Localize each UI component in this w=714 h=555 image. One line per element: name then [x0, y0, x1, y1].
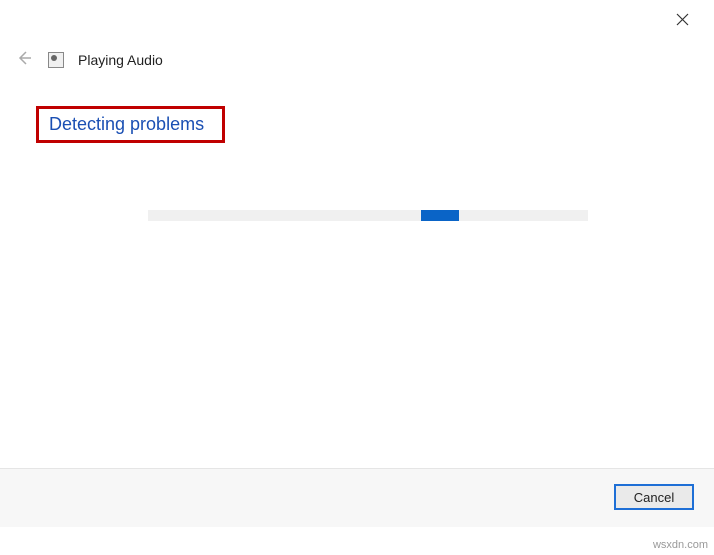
- cancel-button[interactable]: Cancel: [614, 484, 694, 510]
- close-icon: [676, 13, 689, 31]
- arrow-left-icon: [16, 50, 32, 71]
- close-button[interactable]: [672, 12, 692, 32]
- progress-indicator: [421, 210, 459, 221]
- header: Playing Audio: [14, 50, 163, 70]
- back-button[interactable]: [14, 50, 34, 70]
- troubleshooter-icon: [48, 52, 64, 68]
- watermark: wsxdn.com: [653, 539, 708, 551]
- status-text: Detecting problems: [49, 114, 204, 135]
- footer: Cancel: [0, 469, 714, 527]
- page-title: Playing Audio: [78, 52, 163, 68]
- progress-bar: [148, 210, 588, 221]
- status-highlight: Detecting problems: [36, 106, 225, 143]
- troubleshooter-window: Playing Audio Detecting problems Cancel …: [0, 0, 714, 555]
